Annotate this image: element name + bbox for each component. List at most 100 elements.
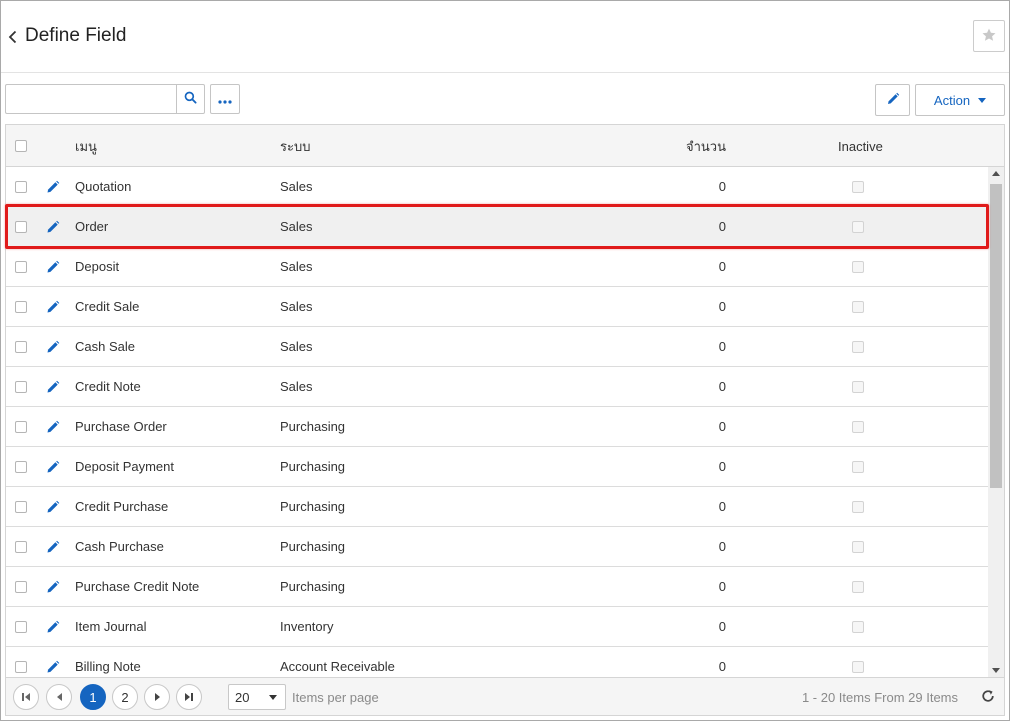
row-edit-button[interactable] xyxy=(46,607,62,646)
pager: 1 2 20 Items per page 1 - 20 Items From … xyxy=(6,677,1004,715)
row-edit-button[interactable] xyxy=(46,207,62,246)
row-inactive-cell xyxy=(852,207,866,246)
row-checkbox-cell xyxy=(15,367,29,406)
row-inactive-cell xyxy=(852,607,866,646)
row-system: Account Receivable xyxy=(280,659,395,674)
table-row[interactable]: Deposit Payment Purchasing 0 xyxy=(6,447,988,487)
row-checkbox-cell xyxy=(15,527,29,566)
row-menu-name: Billing Note xyxy=(75,659,141,674)
row-quantity: 0 xyxy=(718,419,726,434)
row-quantity: 0 xyxy=(718,259,726,274)
row-menu-name: Quotation xyxy=(75,179,132,194)
table-row[interactable]: Cash Purchase Purchasing 0 xyxy=(6,527,988,567)
first-page-button[interactable] xyxy=(13,684,39,710)
table-row[interactable]: Credit Note Sales 0 xyxy=(6,367,988,407)
row-edit-button[interactable] xyxy=(46,487,62,526)
row-edit-button[interactable] xyxy=(46,447,62,486)
row-menu-name: Purchase Order xyxy=(75,419,167,434)
row-inactive-cell xyxy=(852,167,866,206)
page-button-2[interactable]: 2 xyxy=(112,684,138,710)
column-header-menu[interactable]: เมนู xyxy=(75,125,97,167)
refresh-icon xyxy=(981,689,995,706)
scroll-thumb[interactable] xyxy=(990,184,1002,488)
data-grid: เมนู ระบบ จำนวน Inactive Quotation Sales… xyxy=(5,124,1005,716)
row-checkbox[interactable] xyxy=(15,420,27,433)
column-header-system[interactable]: ระบบ xyxy=(280,125,310,167)
row-checkbox[interactable] xyxy=(15,460,27,473)
table-row[interactable]: Credit Purchase Purchasing 0 xyxy=(6,487,988,527)
row-checkbox-cell xyxy=(15,407,29,446)
page-size-select[interactable]: 20 xyxy=(228,684,286,710)
column-header-inactive[interactable]: Inactive xyxy=(838,125,883,167)
row-menu-name: Item Journal xyxy=(75,619,147,634)
row-edit-button[interactable] xyxy=(46,327,62,366)
row-checkbox[interactable] xyxy=(15,180,27,193)
last-page-button[interactable] xyxy=(176,684,202,710)
row-checkbox[interactable] xyxy=(15,260,27,273)
action-label: Action xyxy=(933,92,971,108)
edit-button[interactable] xyxy=(875,84,910,116)
table-row[interactable]: Billing Note Account Receivable 0 xyxy=(6,647,988,677)
favorite-button[interactable] xyxy=(973,20,1005,52)
row-quantity: 0 xyxy=(718,179,726,194)
select-all-checkbox[interactable] xyxy=(15,140,27,152)
back-chevron-icon[interactable] xyxy=(5,27,19,47)
last-page-icon xyxy=(185,693,193,701)
row-edit-button[interactable] xyxy=(46,367,62,406)
page-button-1[interactable]: 1 xyxy=(80,684,106,710)
column-header-quantity[interactable]: จำนวน xyxy=(566,125,726,167)
scroll-up-arrow-icon[interactable] xyxy=(992,171,1000,176)
table-row[interactable]: Quotation Sales 0 xyxy=(6,167,988,207)
next-page-button[interactable] xyxy=(144,684,170,710)
row-checkbox[interactable] xyxy=(15,660,27,673)
more-options-button[interactable] xyxy=(210,84,240,114)
row-checkbox[interactable] xyxy=(15,500,27,513)
row-edit-button[interactable] xyxy=(46,527,62,566)
table-row[interactable]: Purchase Order Purchasing 0 xyxy=(6,407,988,447)
table-row[interactable]: Purchase Credit Note Purchasing 0 xyxy=(6,567,988,607)
row-checkbox[interactable] xyxy=(15,300,27,313)
row-checkbox[interactable] xyxy=(15,380,27,393)
items-per-page-label: Items per page xyxy=(292,689,379,705)
row-menu-name: Purchase Credit Note xyxy=(75,579,200,594)
previous-page-button[interactable] xyxy=(46,684,72,710)
row-checkbox[interactable] xyxy=(15,620,27,633)
table-row[interactable]: Cash Sale Sales 0 xyxy=(6,327,988,367)
row-system: Sales xyxy=(280,179,313,194)
table-row[interactable]: Credit Sale Sales 0 xyxy=(6,287,988,327)
row-edit-button[interactable] xyxy=(46,647,62,677)
row-edit-button[interactable] xyxy=(46,167,62,206)
row-inactive-checkbox xyxy=(852,580,864,593)
action-dropdown-button[interactable]: Action xyxy=(915,84,1005,116)
row-inactive-cell xyxy=(852,487,866,526)
row-checkbox-cell xyxy=(15,327,29,366)
table-row[interactable]: Order Sales 0 xyxy=(6,207,988,247)
row-system: Sales xyxy=(280,379,313,394)
table-row[interactable]: Item Journal Inventory 0 xyxy=(6,607,988,647)
row-checkbox[interactable] xyxy=(15,340,27,353)
row-edit-button[interactable] xyxy=(46,247,62,286)
pencil-icon xyxy=(46,580,60,594)
row-checkbox[interactable] xyxy=(15,580,27,593)
row-inactive-checkbox xyxy=(852,340,864,353)
refresh-button[interactable] xyxy=(978,687,998,707)
row-inactive-checkbox xyxy=(852,500,864,513)
row-edit-button[interactable] xyxy=(46,567,62,606)
row-checkbox[interactable] xyxy=(15,540,27,553)
row-system: Sales xyxy=(280,219,313,234)
table-row[interactable]: Deposit Sales 0 xyxy=(6,247,988,287)
row-checkbox-cell xyxy=(15,607,29,646)
row-edit-button[interactable] xyxy=(46,287,62,326)
row-inactive-checkbox xyxy=(852,460,864,473)
row-menu-name: Cash Purchase xyxy=(75,539,164,554)
row-edit-button[interactable] xyxy=(46,407,62,446)
search-input[interactable] xyxy=(5,84,176,114)
row-system: Purchasing xyxy=(280,459,346,474)
pencil-icon xyxy=(46,300,60,314)
scroll-down-arrow-icon[interactable] xyxy=(992,668,1000,673)
search-button[interactable] xyxy=(176,84,205,114)
row-checkbox[interactable] xyxy=(15,220,27,233)
vertical-scrollbar[interactable] xyxy=(988,167,1004,677)
next-page-icon xyxy=(154,693,160,701)
row-system: Sales xyxy=(280,259,313,274)
